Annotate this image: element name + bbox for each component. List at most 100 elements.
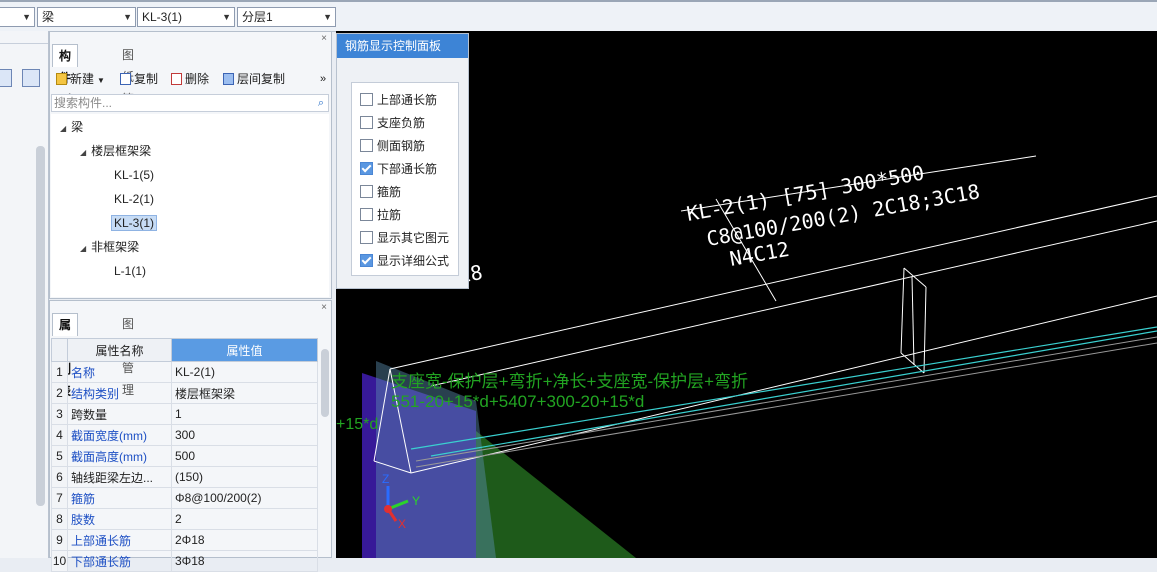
property-name: 截面宽度(mm) [67,424,172,446]
property-row[interactable]: 5 截面高度(mm) 500 [51,445,318,467]
property-name: 轴线距梁左边... [67,466,172,488]
chevron-down-icon: ▼ [222,12,231,22]
rebar-option-checkbox[interactable]: 拉筋 [360,207,401,223]
rebar-option-checkbox[interactable]: 箍筋 [360,184,401,200]
formula-values: 551-20+15*d+5407+300-20+15*d [391,392,644,411]
tab-layer-management[interactable]: 图层管理 [116,313,140,397]
close-icon[interactable]: × [321,302,327,313]
property-row[interactable]: 8 肢数 2 [51,508,318,530]
property-row-index: 10 [51,550,68,572]
property-value[interactable]: KL-2(1) [171,361,318,383]
left-side-panel [0,31,49,558]
component-tree: ◢ 梁 ◢ 楼层框架梁 KL-1(5) KL-2(1) KL-3(1) ◢ 非框架梁 … [51,114,329,297]
checkbox-icon[interactable] [360,93,373,106]
header-index [51,338,68,362]
property-table: 属性名称 属性值 1 名称 KL-2(1) 2 结构类别 楼层框架梁 3 跨数量 1 4 截面宽度(… [51,338,318,572]
rebar-panel-title: 钢筋显示控制面板 [337,34,468,58]
rebar-option-label: 支座负筋 [377,116,426,130]
property-row[interactable]: 10 下部通长筋 3Φ18 [51,550,318,572]
rebar-option-label: 侧面钢筋 [377,139,426,153]
property-name: 肢数 [67,508,172,530]
tab-property-list[interactable]: 属性列表 [52,313,79,398]
grid-view-icon[interactable] [22,69,40,87]
property-row[interactable]: 7 箍筋 Φ8@100/200(2) [51,487,318,509]
tree-item-l1[interactable]: L-1(1) [114,262,146,280]
copy-icon [120,73,131,85]
collapse-icon[interactable]: ◢ [80,148,86,157]
formula-description: 支座宽-保护层+弯折+净长+支座宽-保护层+弯折 [391,372,748,391]
layer-copy-icon [223,73,234,85]
checkbox-icon[interactable] [360,116,373,129]
tree-item-kl2[interactable]: KL-2(1) [114,190,154,208]
tree-item-kl1[interactable]: KL-1(5) [114,166,154,184]
component-toolbar: 新建 ▼ 复制 删除 层间复制 » [50,68,330,90]
chevron-down-icon: ▼ [123,12,132,22]
copy-button[interactable]: 复制 [120,71,158,87]
combo-element-name[interactable]: KL-3(1) ▼ [137,7,235,27]
property-value[interactable]: (150) [171,466,318,488]
rebar-option-label: 下部通长筋 [377,162,438,176]
tree-node-non-frame-beam[interactable]: ◢ 非框架梁 [80,238,139,256]
combo-first[interactable]: ▼ [0,7,35,27]
checkbox-icon[interactable] [360,139,373,152]
chevron-down-icon: ▼ [97,76,105,85]
rebar-option-checkbox[interactable]: 显示其它图元 [360,230,449,246]
delete-icon [171,73,182,85]
property-value[interactable]: 2Φ18 [171,529,318,551]
checkbox-icon[interactable] [360,185,373,198]
property-value[interactable]: Φ8@100/200(2) [171,487,318,509]
collapse-icon[interactable]: ◢ [80,244,86,253]
rebar-option-checkbox[interactable]: 支座负筋 [360,115,425,131]
tree-node-floor-frame-beam[interactable]: ◢ 楼层框架梁 [80,142,151,160]
rebar-options-box: 上部通长筋支座负筋侧面钢筋下部通长筋箍筋拉筋显示其它图元 显示详细公式 [351,82,459,276]
tab-component-list[interactable]: 构件列表 [52,44,79,129]
checkbox-icon[interactable] [360,231,373,244]
property-row-index: 4 [51,424,68,446]
tree-item-kl3-selected[interactable]: KL-3(1) [111,214,158,232]
combo-element-type[interactable]: 梁 ▼ [37,7,136,27]
checkbox-icon[interactable] [360,162,373,175]
property-row-index: 2 [51,382,68,404]
left-panel-header [0,31,48,44]
new-label: 新建 [70,72,95,86]
copy-between-layers-button[interactable]: 层间复制 [223,71,285,87]
property-row[interactable]: 1 名称 KL-2(1) [51,361,318,383]
tab-drawing-management[interactable]: 图纸管理 [116,44,140,128]
property-value[interactable]: 3Φ18 [171,550,318,572]
new-button[interactable]: 新建 ▼ [56,71,105,87]
rebar-option-checkbox[interactable]: 侧面钢筋 [360,138,425,154]
property-value[interactable]: 500 [171,445,318,467]
search-icon[interactable]: ⌕ [318,95,324,111]
scrollbar[interactable] [36,146,45,506]
property-value[interactable]: 2 [171,508,318,530]
rebar-option-checkbox[interactable]: 上部通长筋 [360,92,437,108]
more-button[interactable]: » [320,71,326,87]
list-view-icon[interactable] [0,69,12,87]
close-icon[interactable]: × [321,33,327,44]
property-row[interactable]: 6 轴线距梁左边... (150) [51,466,318,488]
property-value[interactable]: 1 [171,403,318,425]
copy-between-layers-label: 层间复制 [237,72,286,86]
property-value[interactable]: 300 [171,424,318,446]
rebar-option-checkbox[interactable]: 下部通长筋 [360,161,437,177]
checkbox-icon[interactable] [360,254,373,267]
rebar-option-checkbox[interactable]: 显示详细公式 [360,253,449,269]
green-plane [476,431,636,558]
property-row[interactable]: 4 截面宽度(mm) 300 [51,424,318,446]
collapse-icon[interactable]: ◢ [60,124,66,133]
rebar-display-control-panel: 钢筋显示控制面板 上部通长筋支座负筋侧面钢筋下部通长筋箍筋拉筋显示其它图元 显示详… [336,33,469,289]
property-row-index: 1 [51,361,68,383]
tree-node-beam[interactable]: ◢ 梁 [60,118,83,136]
combo-layer[interactable]: 分层1 ▼ [237,7,336,27]
property-name: 结构类别 [67,382,172,404]
property-value[interactable]: 楼层框架梁 [171,382,318,404]
property-row[interactable]: 9 上部通长筋 2Φ18 [51,529,318,551]
property-panel: × 属性列表 图层管理 属性名称 属性值 1名称KL-2(1)2结构类别楼层框架… [49,300,332,572]
chevron-down-icon: ▼ [323,12,332,22]
delete-button[interactable]: 删除 [171,71,209,87]
checkbox-icon[interactable] [360,208,373,221]
property-scrollbar[interactable] [321,349,329,417]
property-row[interactable]: 3 跨数量 1 [51,403,318,425]
property-row[interactable]: 2 结构类别 楼层框架梁 [51,382,318,404]
search-input[interactable]: 搜索构件... ⌕ [51,94,329,112]
